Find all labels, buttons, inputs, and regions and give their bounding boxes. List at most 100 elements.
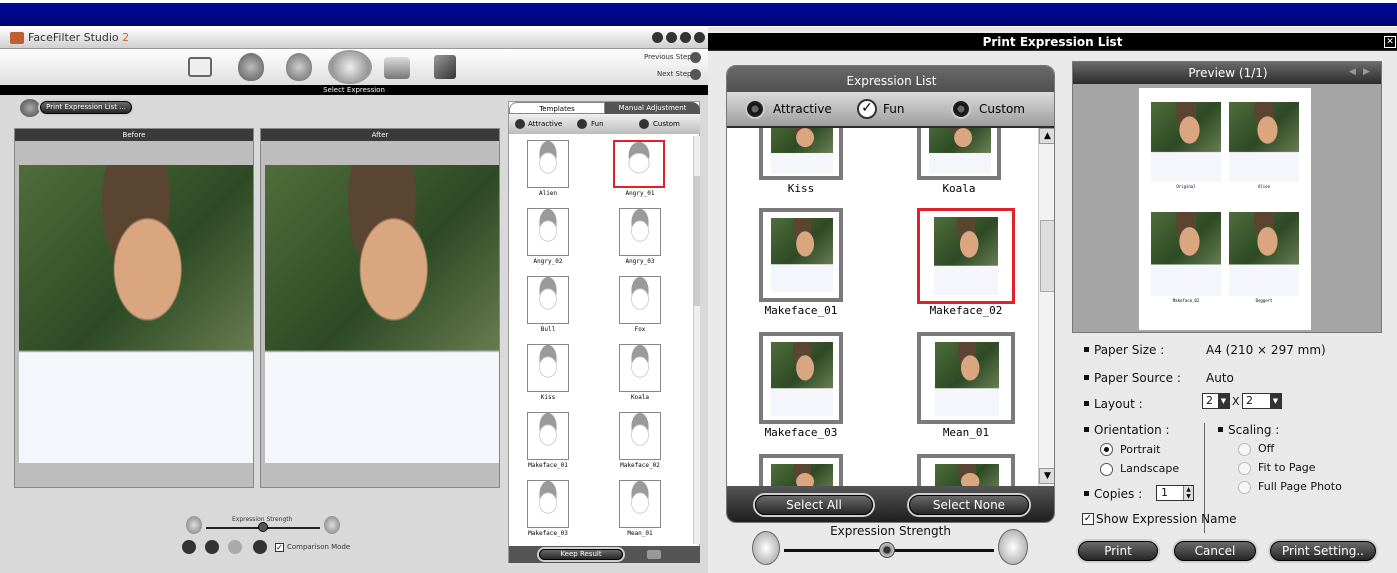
expression-thumb[interactable] [759,128,843,180]
close-icon[interactable] [694,32,705,43]
expression-list-scrollbar[interactable]: ▲ ▼ [1038,128,1054,486]
comparison-mode-checkbox[interactable]: ✓ [275,543,284,552]
minimize-icon[interactable] [666,32,677,43]
scroll-down-icon[interactable]: ▼ [1039,468,1054,484]
open-folder-icon[interactable] [188,57,212,77]
tab-manual-adjustment[interactable]: Manual Adjustment [605,102,700,114]
template-thumb[interactable] [619,208,661,256]
template-scrollbar[interactable] [693,136,700,544]
print-setting-button[interactable]: Print Setting.. [1270,541,1376,561]
expression-thumb-selected[interactable] [917,208,1015,304]
attractive-radio-icon[interactable] [515,119,525,129]
preview-thumb-label: Original [1176,184,1196,189]
select-all-button[interactable]: Select All [755,495,873,515]
preview-thumb [1229,212,1299,296]
select-none-button[interactable]: Select None [909,495,1029,515]
preview-thumb-label: Doggert [1255,298,1273,303]
tab-templates[interactable]: Templates [509,102,605,114]
template-thumb[interactable] [527,344,569,392]
copies-spinner[interactable]: 1 ▲ ▼ [1156,485,1194,501]
help-icon[interactable] [652,32,663,43]
expression-thumb[interactable] [917,128,1001,180]
print-icon[interactable] [384,57,410,79]
show-name-checkbox[interactable]: ✓ [1082,513,1094,525]
expression-list-grid: Kiss Koala Makeface_01 Makeface_02 Makef… [727,128,1038,486]
preview-prev-icon[interactable]: ◀ [1349,67,1356,77]
template-filter-bar: Attractive Fun Custom [509,114,700,134]
template-scroll-thumb[interactable] [694,176,700,306]
preview-thumb-label: Makeface_02 [1172,298,1200,303]
scaling-full-radio[interactable] [1238,481,1251,494]
template-thumb-selected[interactable] [613,140,665,188]
template-label: Kiss [540,394,556,401]
attractive-filter-label: Attractive [773,102,832,116]
scaling-off-radio[interactable] [1238,443,1251,456]
template-thumb[interactable] [527,276,569,324]
print-button[interactable]: Print [1078,541,1158,561]
after-label: After [261,129,499,141]
template-thumb[interactable] [619,276,661,324]
expression-thumb[interactable] [759,208,843,302]
previous-step-button[interactable] [690,52,701,63]
custom-radio-icon[interactable] [639,119,649,129]
attractive-radio-icon[interactable] [745,99,765,119]
layout-cols-select[interactable]: 2 ▼ [1202,393,1230,409]
redo-icon[interactable] [228,540,242,554]
face-step1-icon[interactable] [238,53,264,81]
app-logo-icon [10,32,24,44]
next-step-button[interactable] [690,69,701,80]
expression-list-panel: Expression List Attractive ✓ Fun Custom … [726,65,1055,523]
landscape-radio[interactable] [1100,463,1113,476]
expression-list-header: Expression List Attractive ✓ Fun Custom [727,66,1054,128]
template-panel: Templates Manual Adjustment Attractive F… [508,101,700,563]
fun-check-icon[interactable]: ✓ [857,99,877,119]
info-icon[interactable] [253,540,267,554]
section-title-bar: Select Expression [0,85,708,95]
expression-list-title: Expression List [846,74,937,88]
template-thumb[interactable] [527,412,569,460]
paper-size-value: A4 (210 × 297 mm) [1206,343,1326,357]
scaling-fit-radio[interactable] [1238,462,1251,475]
template-thumb[interactable] [619,412,661,460]
bullet-icon [1084,491,1089,496]
layout-x-label: X [1232,395,1240,408]
expression-step-icon[interactable] [330,52,370,82]
bullet-icon [1084,401,1089,406]
spinner-arrows-icon[interactable]: ▲ ▼ [1183,486,1193,500]
expression-thumb[interactable] [917,454,1015,486]
face-step2-icon[interactable] [286,53,312,81]
expression-thumb[interactable] [759,332,843,424]
dialog-close-icon[interactable]: ✕ [1384,36,1396,48]
scaling-fit-label: Fit to Page [1258,461,1316,474]
copies-value: 1 [1161,486,1168,499]
template-thumb[interactable] [619,344,661,392]
scroll-up-icon[interactable]: ▲ [1039,128,1054,144]
keep-result-button[interactable]: Keep Result [539,549,623,560]
footer-option-icon[interactable] [647,550,661,559]
print-expression-list-button[interactable]: Print Expression List ... [40,101,132,114]
expression-thumb[interactable] [759,454,843,486]
maximize-icon[interactable] [680,32,691,43]
app-titlebar: FaceFilter Studio 2 [0,27,708,49]
portrait-radio[interactable] [1100,443,1113,456]
cancel-button[interactable]: Cancel [1174,541,1256,561]
template-thumb[interactable] [527,208,569,256]
layout-rows-select[interactable]: 2 ▼ [1242,393,1282,409]
custom-radio-icon[interactable] [951,99,971,119]
left-strength-thumb[interactable] [258,522,268,532]
expression-thumb[interactable] [917,332,1015,424]
template-footer: Keep Result [509,546,700,563]
strength-slider-thumb[interactable] [879,542,895,558]
fun-check-icon[interactable] [577,119,587,129]
paper-source-value: Auto [1206,371,1234,385]
undo-icon[interactable] [205,540,219,554]
template-thumb[interactable] [619,480,661,528]
export-icon[interactable] [434,55,456,79]
template-label: Fox [634,326,646,333]
template-thumb[interactable] [527,140,569,188]
template-thumb[interactable] [527,480,569,528]
preview-next-icon[interactable]: ▶ [1363,67,1370,77]
reset-icon[interactable] [182,540,196,554]
scroll-thumb[interactable] [1040,220,1054,292]
after-photo [265,165,499,463]
